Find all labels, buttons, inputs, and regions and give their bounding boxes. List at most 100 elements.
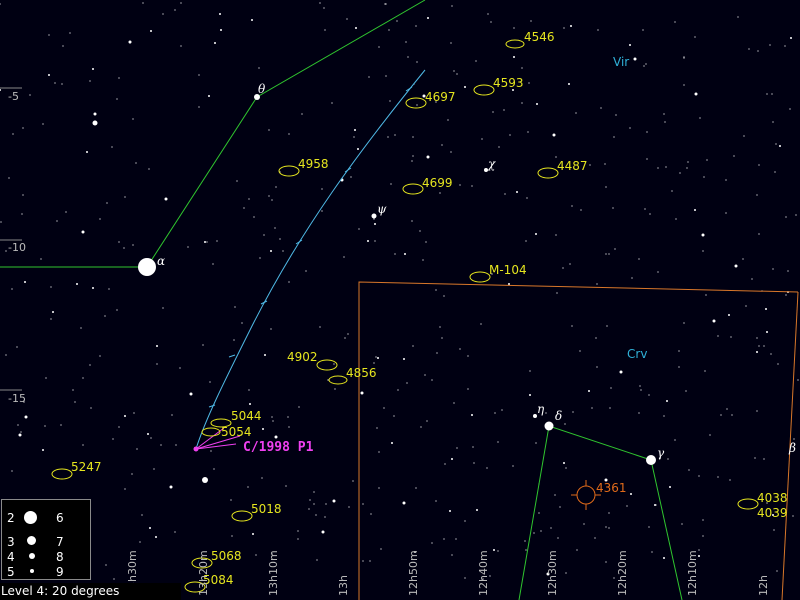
galaxy-label[interactable]: 5018 [251, 502, 282, 516]
background-star [334, 388, 336, 390]
background-star [155, 536, 157, 538]
background-star [449, 510, 451, 512]
background-star [757, 50, 759, 52]
background-star [441, 144, 443, 146]
background-star [538, 512, 540, 514]
star[interactable] [202, 477, 208, 483]
background-star [588, 390, 590, 392]
star-spica[interactable] [138, 258, 156, 276]
background-star [527, 131, 529, 133]
background-star [473, 462, 475, 464]
background-star [657, 167, 659, 169]
galaxy-label[interactable]: 5247 [71, 460, 102, 474]
background-star [475, 60, 477, 62]
background-star [396, 20, 398, 22]
background-star [571, 205, 573, 207]
star-psi-vir[interactable] [371, 213, 377, 219]
background-star [332, 499, 336, 503]
galaxy-label[interactable]: 5044 [231, 409, 262, 423]
galaxy-label[interactable]: 4487 [557, 159, 588, 173]
background-star [789, 108, 791, 110]
background-star [124, 196, 126, 198]
background-star [313, 503, 315, 505]
background-star [654, 504, 656, 506]
background-star [24, 415, 28, 419]
background-star [45, 377, 47, 379]
background-star [649, 213, 651, 215]
background-star [450, 42, 452, 44]
background-star [435, 500, 437, 502]
background-star [348, 506, 350, 508]
background-star [664, 121, 666, 123]
background-star [501, 409, 503, 411]
background-star [132, 118, 134, 120]
planetary-nebula-label[interactable]: 4361 [596, 481, 627, 495]
comet-label[interactable]: C/1998 P1 [243, 440, 314, 455]
background-star [626, 505, 628, 507]
constellation-name-corvus[interactable]: Crv [627, 347, 647, 361]
background-star [426, 420, 428, 422]
background-star [391, 442, 393, 444]
star-label: χ [487, 157, 496, 171]
background-star [412, 345, 414, 347]
background-star [605, 186, 607, 188]
background-star [90, 407, 92, 409]
background-star [563, 462, 565, 464]
background-star [142, 2, 144, 4]
galaxy-label[interactable]: 4699 [422, 176, 453, 190]
background-star [701, 233, 705, 237]
background-star [776, 570, 778, 572]
star[interactable] [92, 120, 98, 126]
galaxy-label[interactable]: 4038 [757, 491, 788, 505]
star-delta-crv[interactable] [544, 421, 554, 431]
sky-chart[interactable]: C/1998 P1 4546 4593 4697 4958 4487 4699 … [0, 0, 800, 600]
background-star [204, 241, 206, 243]
background-star [526, 197, 528, 199]
background-star [357, 148, 359, 150]
galaxy-label[interactable]: 5054 [221, 425, 252, 439]
star-gamma-crv[interactable] [646, 455, 656, 465]
background-star [703, 176, 705, 178]
background-star [147, 433, 149, 435]
background-star [393, 415, 395, 417]
legend-mag-label: 5 [7, 565, 15, 579]
galaxy-label[interactable]: 4856 [346, 366, 377, 380]
background-star [575, 112, 577, 114]
galaxy-label[interactable]: 4958 [298, 157, 329, 171]
dec-label: -10 [8, 241, 26, 254]
galaxy-label[interactable]: 4039 [757, 506, 788, 520]
background-star [373, 218, 375, 220]
background-star [139, 541, 141, 543]
background-star [369, 560, 371, 562]
background-star [675, 218, 677, 220]
galaxy-label[interactable]: M-104 [489, 263, 527, 277]
background-star [486, 467, 488, 469]
background-star [22, 127, 24, 129]
ra-label: 13h [337, 575, 350, 596]
galaxy-label[interactable]: 4902 [287, 350, 318, 364]
galaxy-label[interactable]: 5068 [211, 549, 242, 563]
galaxy-label[interactable]: 4546 [524, 30, 555, 44]
background-star [264, 354, 266, 356]
legend-star-dot [30, 569, 34, 573]
background-star [605, 526, 607, 528]
background-star [633, 57, 637, 61]
background-star [288, 426, 290, 428]
background-star [766, 93, 768, 95]
background-star [390, 183, 392, 185]
background-star [248, 389, 250, 391]
galaxy-label[interactable]: 4697 [425, 90, 456, 104]
background-star [412, 155, 414, 157]
constellation-name-virgo[interactable]: Vir [613, 55, 629, 69]
galaxy-label[interactable]: 4593 [493, 76, 524, 90]
background-star [60, 424, 62, 426]
background-star [565, 572, 567, 574]
background-star [65, 211, 67, 213]
background-star [263, 234, 265, 236]
background-star [319, 326, 321, 328]
background-star [605, 561, 607, 563]
background-star [467, 355, 469, 357]
background-star [594, 537, 596, 539]
background-star [441, 337, 443, 339]
background-star [769, 44, 771, 46]
